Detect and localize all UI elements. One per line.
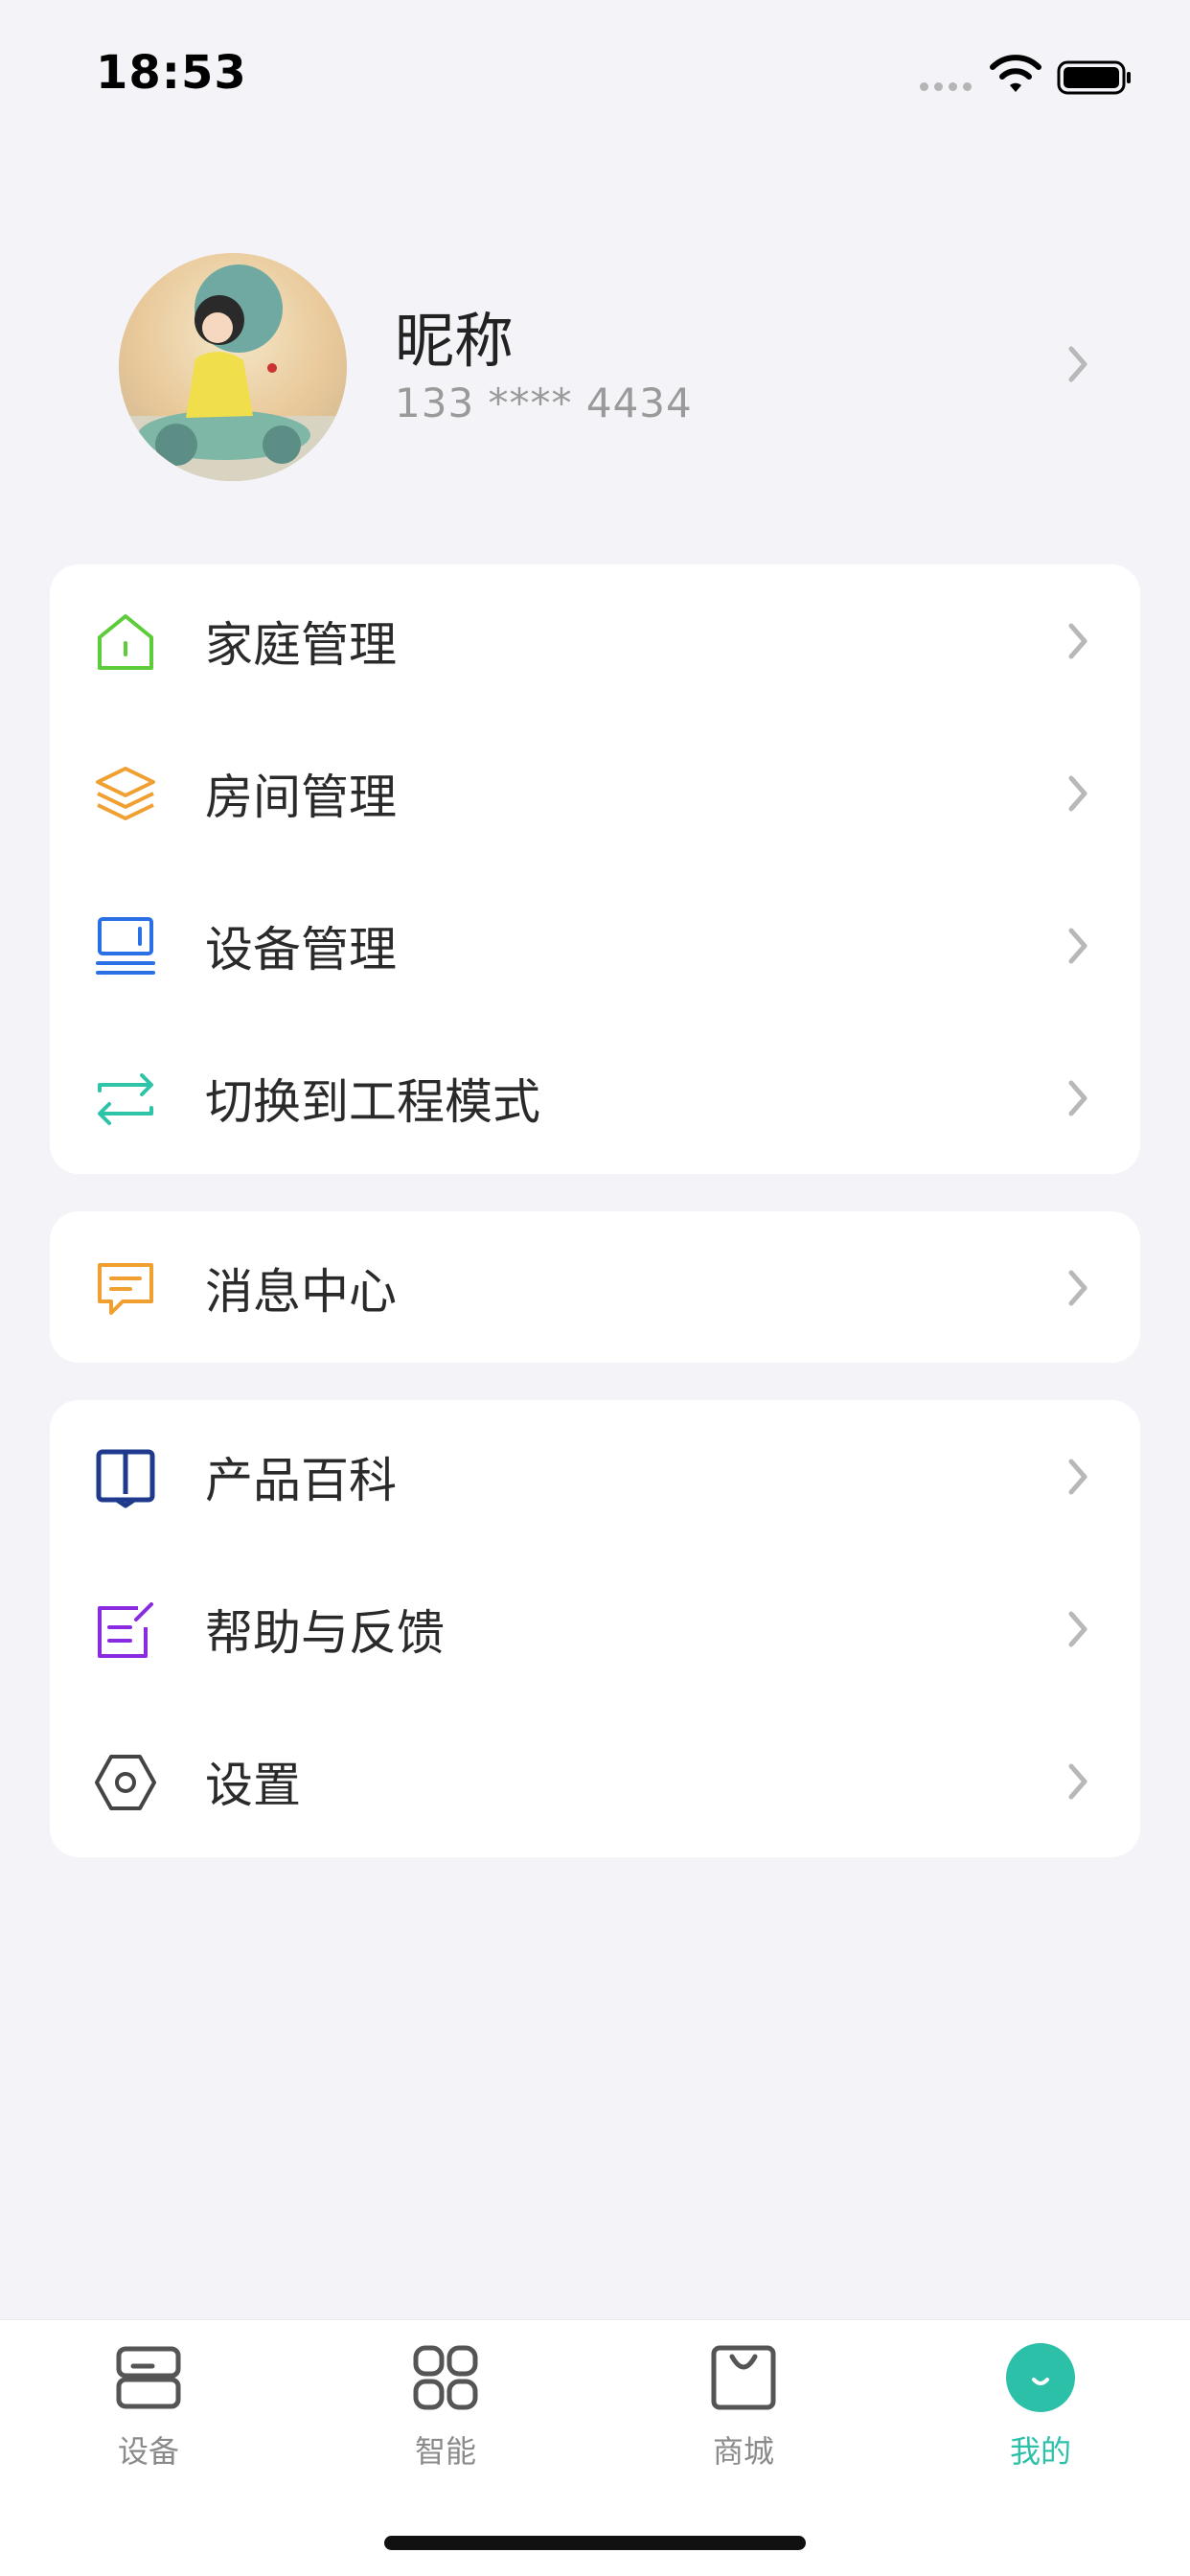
chevron-right-icon: [1068, 346, 1087, 382]
home-indicator: [384, 2536, 806, 2550]
menu-item-room-management[interactable]: 房间管理: [50, 717, 1140, 869]
profile-header[interactable]: 昵称 133 **** 4434: [0, 249, 1190, 489]
phone-number: 133 **** 4434: [395, 380, 693, 426]
menu-item-label: 产品百科: [205, 1452, 397, 1508]
menu-card-support: 产品百科 帮助与反馈 设置: [50, 1400, 1140, 1857]
home-icon: [98, 614, 153, 670]
tab-mine[interactable]: 我的: [954, 2343, 1127, 2487]
menu-item-settings[interactable]: 设置: [50, 1705, 1140, 1857]
chevron-right-icon: [1068, 623, 1087, 658]
device-icon: [116, 2346, 181, 2409]
menu-item-product-wiki[interactable]: 产品百科: [50, 1400, 1140, 1552]
battery-icon: [1057, 60, 1131, 95]
chevron-right-icon: [1068, 928, 1087, 963]
menu-item-label: 设置: [205, 1757, 301, 1813]
switch-icon: [98, 1073, 153, 1125]
tab-label: 我的: [1009, 2433, 1071, 2470]
tab-devices[interactable]: 设备: [62, 2343, 235, 2487]
menu-item-label: 帮助与反馈: [205, 1604, 445, 1661]
menu-card-management: 家庭管理 房间管理 设备管理 切换到工程模式: [50, 564, 1140, 1174]
signal-icon: [920, 82, 972, 91]
chevron-right-icon: [1068, 1459, 1087, 1494]
settings-icon: [95, 1755, 156, 1810]
monitor-icon: [96, 917, 155, 975]
chevron-right-icon: [1068, 1270, 1087, 1305]
menu-item-label: 切换到工程模式: [205, 1073, 540, 1130]
book-icon: [96, 1449, 155, 1508]
shop-bag-icon: [711, 2345, 776, 2410]
tab-label: 智能: [414, 2433, 476, 2470]
status-time: 18:53: [96, 46, 247, 100]
avatar[interactable]: [119, 253, 347, 481]
menu-item-home-management[interactable]: 家庭管理: [50, 564, 1140, 717]
tab-label: 商城: [712, 2433, 774, 2470]
chevron-right-icon: [1068, 775, 1087, 811]
menu-item-label: 设备管理: [205, 921, 397, 978]
nickname: 昵称: [395, 306, 515, 376]
feedback-icon: [98, 1602, 153, 1658]
menu-item-help-feedback[interactable]: 帮助与反馈: [50, 1552, 1140, 1705]
menu-item-label: 消息中心: [205, 1263, 397, 1320]
tab-smart[interactable]: 智能: [359, 2343, 532, 2487]
wifi-icon: [990, 55, 1041, 92]
message-icon: [98, 1263, 153, 1315]
mine-icon: [1006, 2343, 1075, 2412]
smart-grid-icon: [413, 2345, 478, 2410]
tab-shop[interactable]: 商城: [657, 2343, 830, 2487]
menu-item-label: 家庭管理: [205, 616, 397, 673]
menu-card-messages: 消息中心: [50, 1211, 1140, 1363]
tab-label: 设备: [117, 2433, 179, 2470]
menu-item-engineering-mode[interactable]: 切换到工程模式: [50, 1022, 1140, 1174]
chevron-right-icon: [1068, 1611, 1087, 1646]
menu-item-device-management[interactable]: 设备管理: [50, 869, 1140, 1022]
screen: 18:53 昵称 133 **** 4434 家庭管理 房间管理 设备管理 切换…: [0, 0, 1190, 2576]
menu-item-message-center[interactable]: 消息中心: [50, 1211, 1140, 1364]
chevron-right-icon: [1068, 1763, 1087, 1799]
layers-icon: [96, 767, 155, 820]
status-bar: 18:53: [0, 0, 1190, 134]
menu-item-label: 房间管理: [205, 769, 397, 825]
chevron-right-icon: [1068, 1080, 1087, 1116]
